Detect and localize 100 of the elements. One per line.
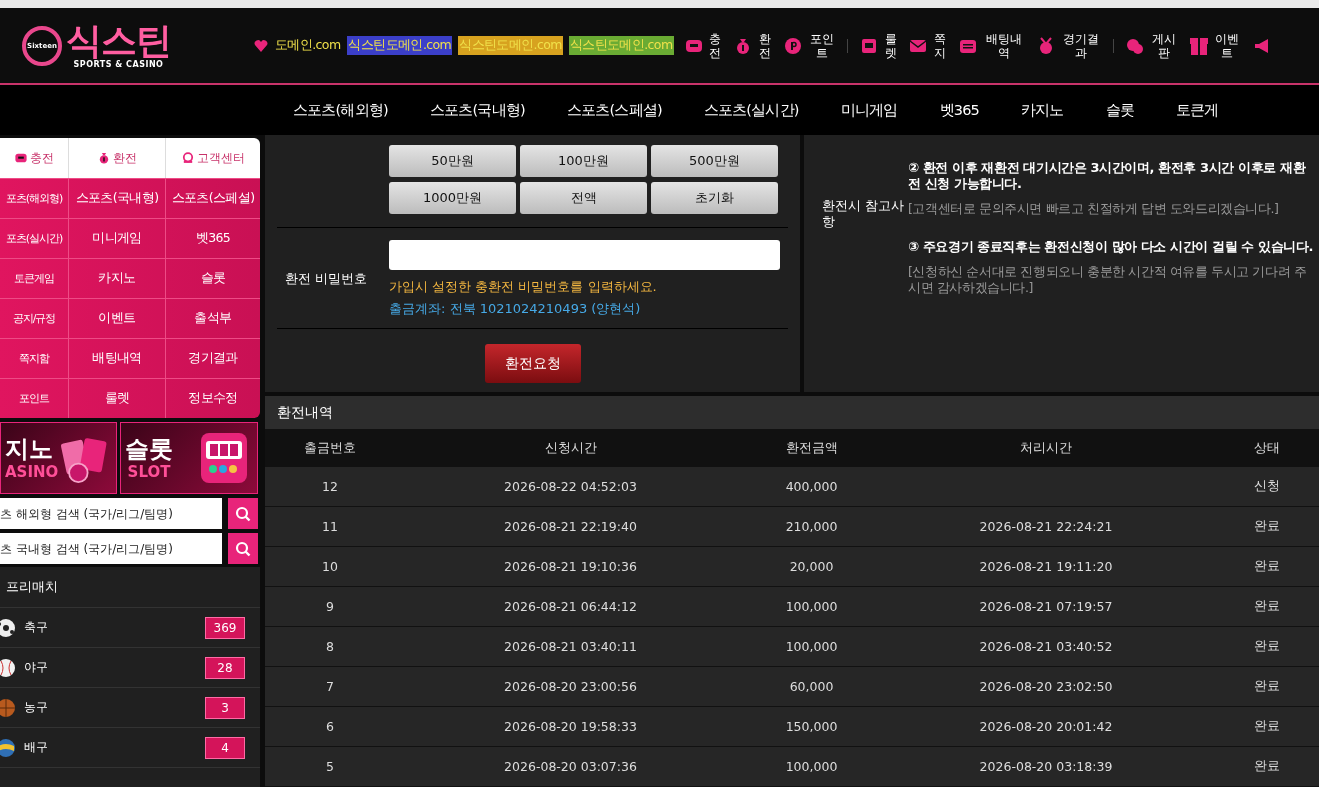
menu-link[interactable]: 환전 bbox=[113, 149, 137, 167]
submit-button[interactable]: 환전요청 bbox=[484, 344, 581, 383]
nav-link[interactable]: 카지노 bbox=[1021, 100, 1064, 120]
table-cell: 400,000 bbox=[746, 467, 877, 507]
quick-link[interactable]: 포인트 bbox=[808, 31, 836, 60]
heart-icon bbox=[254, 38, 268, 53]
sport-link[interactable]: 배구 bbox=[24, 739, 205, 756]
table-cell: 2026-08-20 03:07:36 bbox=[395, 746, 746, 787]
table-cell: 100,000 bbox=[746, 746, 877, 787]
table-cell: 완료 bbox=[1215, 626, 1319, 667]
search-button[interactable] bbox=[228, 498, 258, 529]
amount-button[interactable]: 100만원 bbox=[520, 145, 647, 177]
search-icon bbox=[235, 505, 251, 522]
casino-banner[interactable]: 지노 ASINO bbox=[0, 422, 117, 494]
menu-item[interactable]: 토큰게임 bbox=[0, 258, 68, 298]
headset-icon bbox=[181, 151, 195, 165]
banner-title: 슬롯 bbox=[125, 435, 173, 463]
search-field[interactable]: 츠 국내형 검색 (국가/리그/팀명) bbox=[0, 533, 222, 564]
basketball-icon bbox=[0, 697, 16, 718]
table-cell: 100,000 bbox=[746, 586, 877, 627]
nav-link[interactable]: 스포츠(실시간) bbox=[703, 100, 799, 120]
menu-item[interactable]: 스포츠(국내형) bbox=[68, 178, 165, 218]
table-cell: 2026-08-20 20:01:42 bbox=[877, 706, 1215, 747]
hint-text: 가입시 설정한 충환전 비밀번호를 입력하세요. bbox=[389, 278, 658, 296]
quick-link[interactable]: 게시판 bbox=[1150, 31, 1178, 60]
field-label: 환전 비밀번호 bbox=[284, 270, 369, 288]
note-title: ③ 주요경기 종료직후는 환전신청이 많아 다소 시간이 걸릴 수 있습니다. bbox=[908, 239, 1315, 255]
note-title: ② 환전 이후 재환전 대기시간은 3시간이며, 환전후 3시간 이후로 재환전 신청 가능합니다. bbox=[908, 160, 1307, 192]
nav-link[interactable]: 스포츠(스페셜) bbox=[566, 100, 662, 120]
slot-banner[interactable]: 슬롯 SLOT bbox=[120, 422, 258, 494]
logo-title: 식스틴 bbox=[66, 22, 171, 60]
menu-item[interactable]: 포인트 bbox=[0, 378, 68, 418]
password-field[interactable] bbox=[389, 240, 780, 270]
menu-item[interactable]: 이벤트 bbox=[68, 298, 165, 338]
search-field[interactable]: 츠 해외형 검색 (국가/리그/팀명) bbox=[0, 498, 222, 529]
amount-button[interactable]: 50만원 bbox=[389, 145, 516, 177]
banner-title: 지노 bbox=[5, 435, 53, 463]
nav-link[interactable]: 스포츠(국내형) bbox=[429, 100, 525, 120]
gift-icon bbox=[1188, 35, 1209, 56]
search-button[interactable] bbox=[228, 533, 258, 564]
table-cell: 완료 bbox=[1215, 546, 1319, 587]
table-cell: 2026-08-22 04:52:03 bbox=[395, 467, 746, 507]
note-detail: [고객센터로 문의주시면 빠르고 친절하게 답변 도와드리겠습니다.] bbox=[908, 201, 1280, 217]
quick-link[interactable]: 이벤트 bbox=[1213, 31, 1242, 60]
table-cell: 5 bbox=[265, 746, 395, 787]
amount-button[interactable]: 초기화 bbox=[651, 182, 778, 214]
menu-item[interactable]: 슬롯 bbox=[165, 258, 260, 298]
table-cell: 신청 bbox=[1215, 467, 1319, 507]
count-badge: 369 bbox=[205, 616, 245, 639]
nav-link[interactable]: 토큰게 bbox=[1176, 100, 1219, 120]
domain-link[interactable]: 식스틴도메인.com bbox=[347, 36, 453, 55]
search-icon bbox=[235, 540, 251, 557]
table-cell: 9 bbox=[265, 586, 395, 627]
menu-item[interactable]: 쪽지함 bbox=[0, 338, 68, 378]
menu-item[interactable]: 배팅내역 bbox=[68, 338, 165, 378]
menu-link[interactable]: 충전 bbox=[30, 149, 54, 167]
menu-item[interactable]: 출석부 bbox=[165, 298, 260, 338]
coin-icon bbox=[783, 35, 804, 56]
table-cell: 2026-08-21 07:19:57 bbox=[877, 586, 1215, 627]
quick-link[interactable]: 쪽지 bbox=[933, 31, 948, 60]
table-cell: 11 bbox=[265, 506, 395, 547]
table-cell: 10 bbox=[265, 546, 395, 587]
table-cell: 2026-08-20 23:02:50 bbox=[877, 666, 1215, 707]
quick-link[interactable]: 경기결과 bbox=[1060, 31, 1103, 60]
menu-item[interactable]: 룰렛 bbox=[68, 378, 165, 418]
sport-link[interactable]: 농구 bbox=[24, 699, 205, 716]
nav-link[interactable]: 미니게임 bbox=[840, 100, 898, 120]
menu-item[interactable]: 카지노 bbox=[68, 258, 165, 298]
nav-link[interactable]: 슬롯 bbox=[1105, 100, 1134, 120]
column-header: 상태 bbox=[1215, 429, 1319, 467]
table-cell: 2026-08-21 03:40:52 bbox=[877, 626, 1215, 667]
amount-button[interactable]: 전액 bbox=[520, 182, 647, 214]
sport-link[interactable]: 야구 bbox=[24, 659, 205, 676]
menu-item[interactable]: 스포츠(스페셜) bbox=[165, 178, 260, 218]
table-cell: 8 bbox=[265, 626, 395, 667]
sport-link[interactable]: 축구 bbox=[24, 619, 205, 636]
menu-item[interactable]: 공지/규정 bbox=[0, 298, 68, 338]
table-cell: 100,000 bbox=[746, 626, 877, 667]
menu-item[interactable]: 벳365 bbox=[165, 218, 260, 258]
quick-link[interactable]: 룰렛 bbox=[883, 31, 898, 60]
menu-item[interactable]: 경기결과 bbox=[165, 338, 260, 378]
quick-link[interactable]: 충전 bbox=[708, 31, 723, 60]
quick-link[interactable]: 환전 bbox=[758, 31, 773, 60]
baseball-icon bbox=[0, 657, 16, 678]
menu-item[interactable]: 정보수정 bbox=[165, 378, 260, 418]
amount-button[interactable]: 500만원 bbox=[651, 145, 778, 177]
amount-button[interactable]: 1000만원 bbox=[389, 182, 516, 214]
nav-link[interactable]: 스포츠(해외형) bbox=[293, 100, 388, 120]
nav-link[interactable]: 벳365 bbox=[939, 100, 979, 120]
menu-item[interactable]: 포츠(해외형) bbox=[0, 178, 68, 218]
quick-link[interactable]: 배팅내역 bbox=[983, 31, 1025, 60]
column-header: 신청시간 bbox=[395, 429, 746, 467]
table-cell: 완료 bbox=[1215, 746, 1319, 787]
table-cell: 2026-08-20 03:18:39 bbox=[877, 746, 1215, 787]
menu-item[interactable]: 포츠(실시간) bbox=[0, 218, 68, 258]
table-cell: 2026-08-21 19:11:20 bbox=[877, 546, 1215, 587]
menu-item[interactable]: 미니게임 bbox=[68, 218, 165, 258]
menu-link[interactable]: 고객센터 bbox=[197, 149, 245, 167]
table-cell: 2026-08-21 22:24:21 bbox=[877, 506, 1215, 547]
count-badge: 4 bbox=[205, 736, 245, 759]
